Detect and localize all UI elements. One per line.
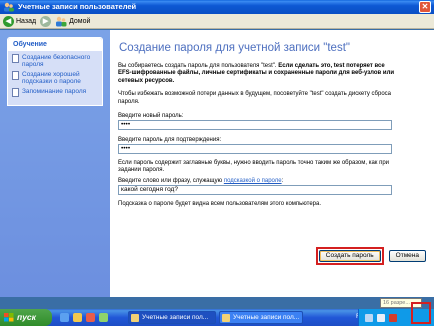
case-sensitivity-note: Если пароль содержит заглавные буквы, ну… (118, 160, 390, 174)
windows-logo-icon (4, 313, 14, 322)
navigation-toolbar: ◀ Назад ▶ Домой (0, 14, 434, 29)
page-title: Создание пароля для учетной записи "test… (119, 42, 350, 54)
explorer-quicklaunch-icon[interactable] (73, 313, 82, 322)
home-icon (56, 16, 67, 26)
document-icon (12, 54, 19, 63)
intro-text: Вы собираетесь создать пароль для пользо… (118, 63, 279, 69)
learn-about-panel: Обучение Создание безопасного пароля Соз… (7, 37, 103, 106)
hint-label: Введите слово или фразу, служащую подска… (118, 177, 426, 185)
panel-body: Создание безопасного пароля Создание хор… (8, 51, 102, 105)
panel-title: Обучение (8, 38, 102, 51)
sidebar-item-secure-password[interactable]: Создание безопасного пароля (12, 54, 98, 68)
security-icon[interactable] (389, 314, 397, 322)
document-icon (12, 88, 19, 97)
back-label: Назад (16, 17, 37, 25)
back-arrow-icon: ◀ (3, 15, 14, 27)
user-accounts-icon (222, 314, 230, 322)
home-button[interactable]: Домой (55, 16, 90, 27)
main-content: Создание пароля для учетной записи "test… (110, 30, 434, 297)
intro-warning: Вы собираетесь создать пароль для пользо… (118, 63, 398, 85)
new-password-input[interactable]: •••• (118, 120, 392, 131)
close-button[interactable]: ✕ (419, 1, 431, 13)
taskbar-item-user-accounts-1[interactable]: Учетные записи пол... (128, 311, 216, 324)
user-accounts-icon (4, 2, 14, 12)
confirm-password-input[interactable]: •••• (118, 144, 392, 155)
volume-icon[interactable] (377, 314, 385, 322)
confirm-password-label: Введите пароль для подтверждения: (118, 137, 222, 144)
home-label: Домой (69, 17, 91, 25)
hint-label-prefix: Введите слово или фразу, служащую (118, 177, 224, 184)
document-icon (12, 71, 19, 80)
task-label: Учетные записи пол... (142, 314, 209, 321)
back-button[interactable]: ◀ Назад (3, 15, 37, 27)
close-icon: ✕ (421, 2, 429, 11)
tray-highlight-box (411, 302, 431, 324)
media-quicklaunch-icon[interactable] (86, 313, 95, 322)
sidebar-item-remember-password[interactable]: Запоминание пароля (12, 88, 98, 97)
sidebar-item-good-hint[interactable]: Создание хорошей подсказки о пароле (12, 71, 98, 85)
taskbar: пуск Учетные записи пол... Учетные запис… (0, 309, 434, 326)
forward-arrow-icon[interactable]: ▶ (40, 15, 52, 27)
user-accounts-icon (131, 314, 139, 322)
sidebar-item-label: Создание хорошей подсказки о пароле (22, 71, 81, 85)
new-password-label: Введите новый пароль: (118, 113, 184, 120)
reset-disk-note: Чтобы избежать возможной потери данных в… (118, 91, 391, 105)
show-desktop-icon[interactable] (99, 313, 108, 322)
hint-label-suffix: : (281, 177, 284, 184)
cancel-button[interactable]: Отмена (388, 250, 426, 262)
password-hint-input[interactable]: какой сегодня год? (118, 184, 392, 195)
ie-quicklaunch-icon[interactable] (60, 313, 69, 322)
start-label: пуск (17, 312, 36, 322)
start-button[interactable]: пуск (0, 309, 52, 326)
window-titlebar: Учетные записи пользователей ✕ (0, 0, 434, 14)
action-buttons: Создать пароль Отмена (315, 247, 426, 265)
sidebar-item-label: Запоминание пароля (22, 88, 87, 95)
task-label: Учетные записи пол... (233, 314, 300, 321)
create-button-highlight: Создать пароль (315, 247, 384, 265)
network-icon[interactable] (365, 314, 373, 322)
task-pane: Обучение Создание безопасного пароля Соз… (0, 30, 110, 297)
taskbar-item-user-accounts-2[interactable]: Учетные записи пол... (219, 311, 303, 324)
hint-visibility-note: Подсказка о пароле будет видна всем поль… (118, 200, 322, 207)
hint-help-link[interactable]: подсказкой о пароле (224, 178, 282, 184)
sidebar-item-label: Создание безопасного пароля (22, 54, 91, 68)
window-title: Учетные записи пользователей (18, 2, 137, 11)
create-password-button[interactable]: Создать пароль (318, 250, 381, 262)
